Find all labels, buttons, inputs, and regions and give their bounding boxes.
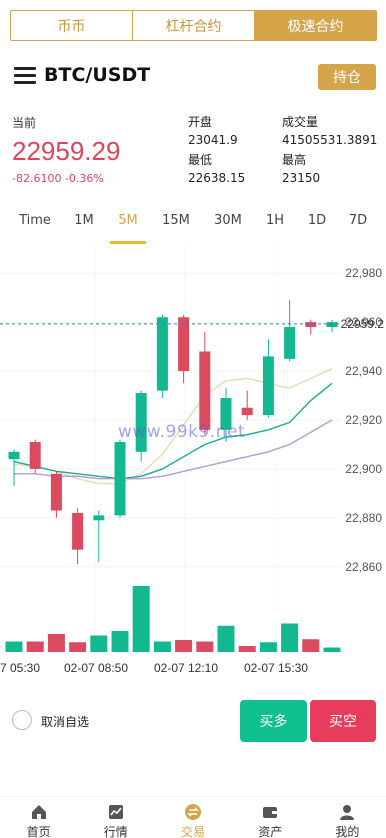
candle-body — [326, 322, 338, 328]
favorite-radio[interactable] — [12, 710, 32, 730]
positions-button[interactable]: 持仓 — [318, 64, 376, 90]
current-price: 22959.29 — [12, 136, 121, 166]
nav-home-label: 首页 — [26, 825, 51, 838]
nav-assets[interactable]: 资产 — [232, 797, 309, 838]
tab-margin-contract[interactable]: 杠杆合约 — [133, 11, 255, 40]
y-tick-label: 22,920 — [345, 413, 382, 427]
market-type-tabs: 币币 杠杆合约 极速合约 — [10, 10, 377, 41]
period-1d[interactable]: 1D — [296, 210, 338, 244]
volume-bar — [323, 647, 341, 652]
candle-body — [305, 322, 317, 328]
trading-pair[interactable]: BTC/USDT — [44, 64, 150, 86]
candle-body — [284, 327, 296, 359]
x-tick-label: 02-07 08:50 — [64, 661, 128, 675]
kline-chart[interactable]: 22,98022,96022,94022,92022,90022,88022,8… — [0, 246, 386, 686]
candle-body — [241, 407, 253, 416]
exchange-icon — [185, 804, 201, 820]
tab-fast-contract[interactable]: 极速合约 — [255, 11, 376, 40]
volume-bar — [47, 634, 65, 652]
period-15m[interactable]: 15M — [155, 210, 197, 244]
candle-body — [262, 356, 274, 416]
volume-bar — [5, 641, 23, 652]
period-1h[interactable]: 1H — [254, 210, 296, 244]
kline-chart-area[interactable]: 22,980 22,960 22,940 22,920 22,900 22,880 22,8… — [0, 246, 386, 686]
open-value: 23041.9 — [188, 133, 238, 147]
volume-bar — [196, 641, 214, 652]
current-label: 当前 — [12, 116, 37, 130]
volume-bar — [259, 642, 277, 652]
volume-bar — [302, 639, 320, 652]
nav-market[interactable]: 行情 — [77, 797, 154, 838]
volume-value: 41505531.3891 — [282, 133, 378, 147]
tab-spot[interactable]: 币币 — [11, 11, 133, 40]
high-value: 23150 — [282, 171, 321, 185]
volume-bar — [111, 631, 129, 652]
favorite-label: 取消自选 — [41, 715, 90, 729]
y-tick-label: 22,980 — [345, 266, 382, 280]
menu-icon[interactable] — [14, 67, 36, 85]
buy-short-button[interactable]: 买空 — [310, 700, 376, 742]
volume-bar — [175, 640, 193, 652]
candle-body — [114, 442, 126, 516]
bottom-nav: 首页 行情 交易 资产 我的 — [0, 796, 386, 838]
low-label: 最低 — [188, 153, 213, 167]
nav-mine-label: 我的 — [335, 825, 360, 838]
home-icon — [31, 805, 46, 819]
nav-trade[interactable]: 交易 — [154, 797, 231, 838]
open-label: 开盘 — [188, 115, 213, 129]
candle-body — [199, 351, 211, 430]
period-5m[interactable]: 5M — [107, 210, 149, 244]
candle-body — [72, 512, 84, 550]
user-icon — [340, 805, 355, 820]
period-tabs: Time 1M 5M 15M 30M 1H 1D 7D — [0, 210, 386, 244]
candle-body — [93, 515, 105, 521]
y-tick-label: 22,940 — [345, 364, 382, 378]
y-tick-label: 22,900 — [345, 462, 382, 476]
y-tick-label: 22,880 — [345, 511, 382, 525]
nav-market-label: 行情 — [103, 825, 128, 838]
volume-bar — [217, 625, 235, 652]
watermark: www.99k9.net — [118, 422, 246, 442]
low-value: 22638.15 — [188, 171, 246, 185]
price-stats: 当前 22959.29 -82.6100 -0.36% 开盘 23041.9 最… — [12, 114, 382, 194]
volume-bar — [153, 641, 171, 652]
candle-body — [50, 473, 62, 511]
volume-bar — [238, 646, 256, 652]
period-30m[interactable]: 30M — [207, 210, 249, 244]
nav-trade-label: 交易 — [181, 825, 206, 838]
nav-assets-label: 资产 — [258, 825, 283, 838]
nav-home[interactable]: 首页 — [0, 797, 77, 838]
high-label: 最高 — [282, 153, 307, 167]
price-change: -82.6100 -0.36% — [12, 172, 104, 185]
candle-body — [29, 442, 41, 469]
volume-bar — [90, 635, 108, 652]
period-7d[interactable]: 7D — [337, 210, 379, 244]
nav-mine[interactable]: 我的 — [309, 797, 386, 838]
period-1m[interactable]: 1M — [63, 210, 105, 244]
header: BTC/USDT 持仓 — [14, 62, 376, 92]
candle-body — [8, 451, 20, 460]
period-time[interactable]: Time — [14, 210, 56, 244]
x-tick-label: 7 05:30 — [0, 661, 40, 675]
y-tick-label: 22,860 — [345, 560, 382, 574]
chart-icon — [108, 805, 123, 819]
candle-body — [178, 317, 190, 372]
volume-bar — [132, 586, 150, 652]
candle-body — [156, 317, 168, 391]
wallet-icon — [263, 807, 278, 818]
volume-bar — [69, 642, 87, 652]
volume-bar — [281, 623, 299, 652]
volume-label: 成交量 — [282, 115, 319, 129]
buy-long-button[interactable]: 买多 — [240, 700, 307, 742]
x-tick-label: 02-07 12:10 — [154, 661, 218, 675]
x-tick-label: 02-07 15:30 — [244, 661, 308, 675]
volume-bar — [26, 641, 44, 652]
current-price-label: 22959.2 — [341, 317, 385, 331]
